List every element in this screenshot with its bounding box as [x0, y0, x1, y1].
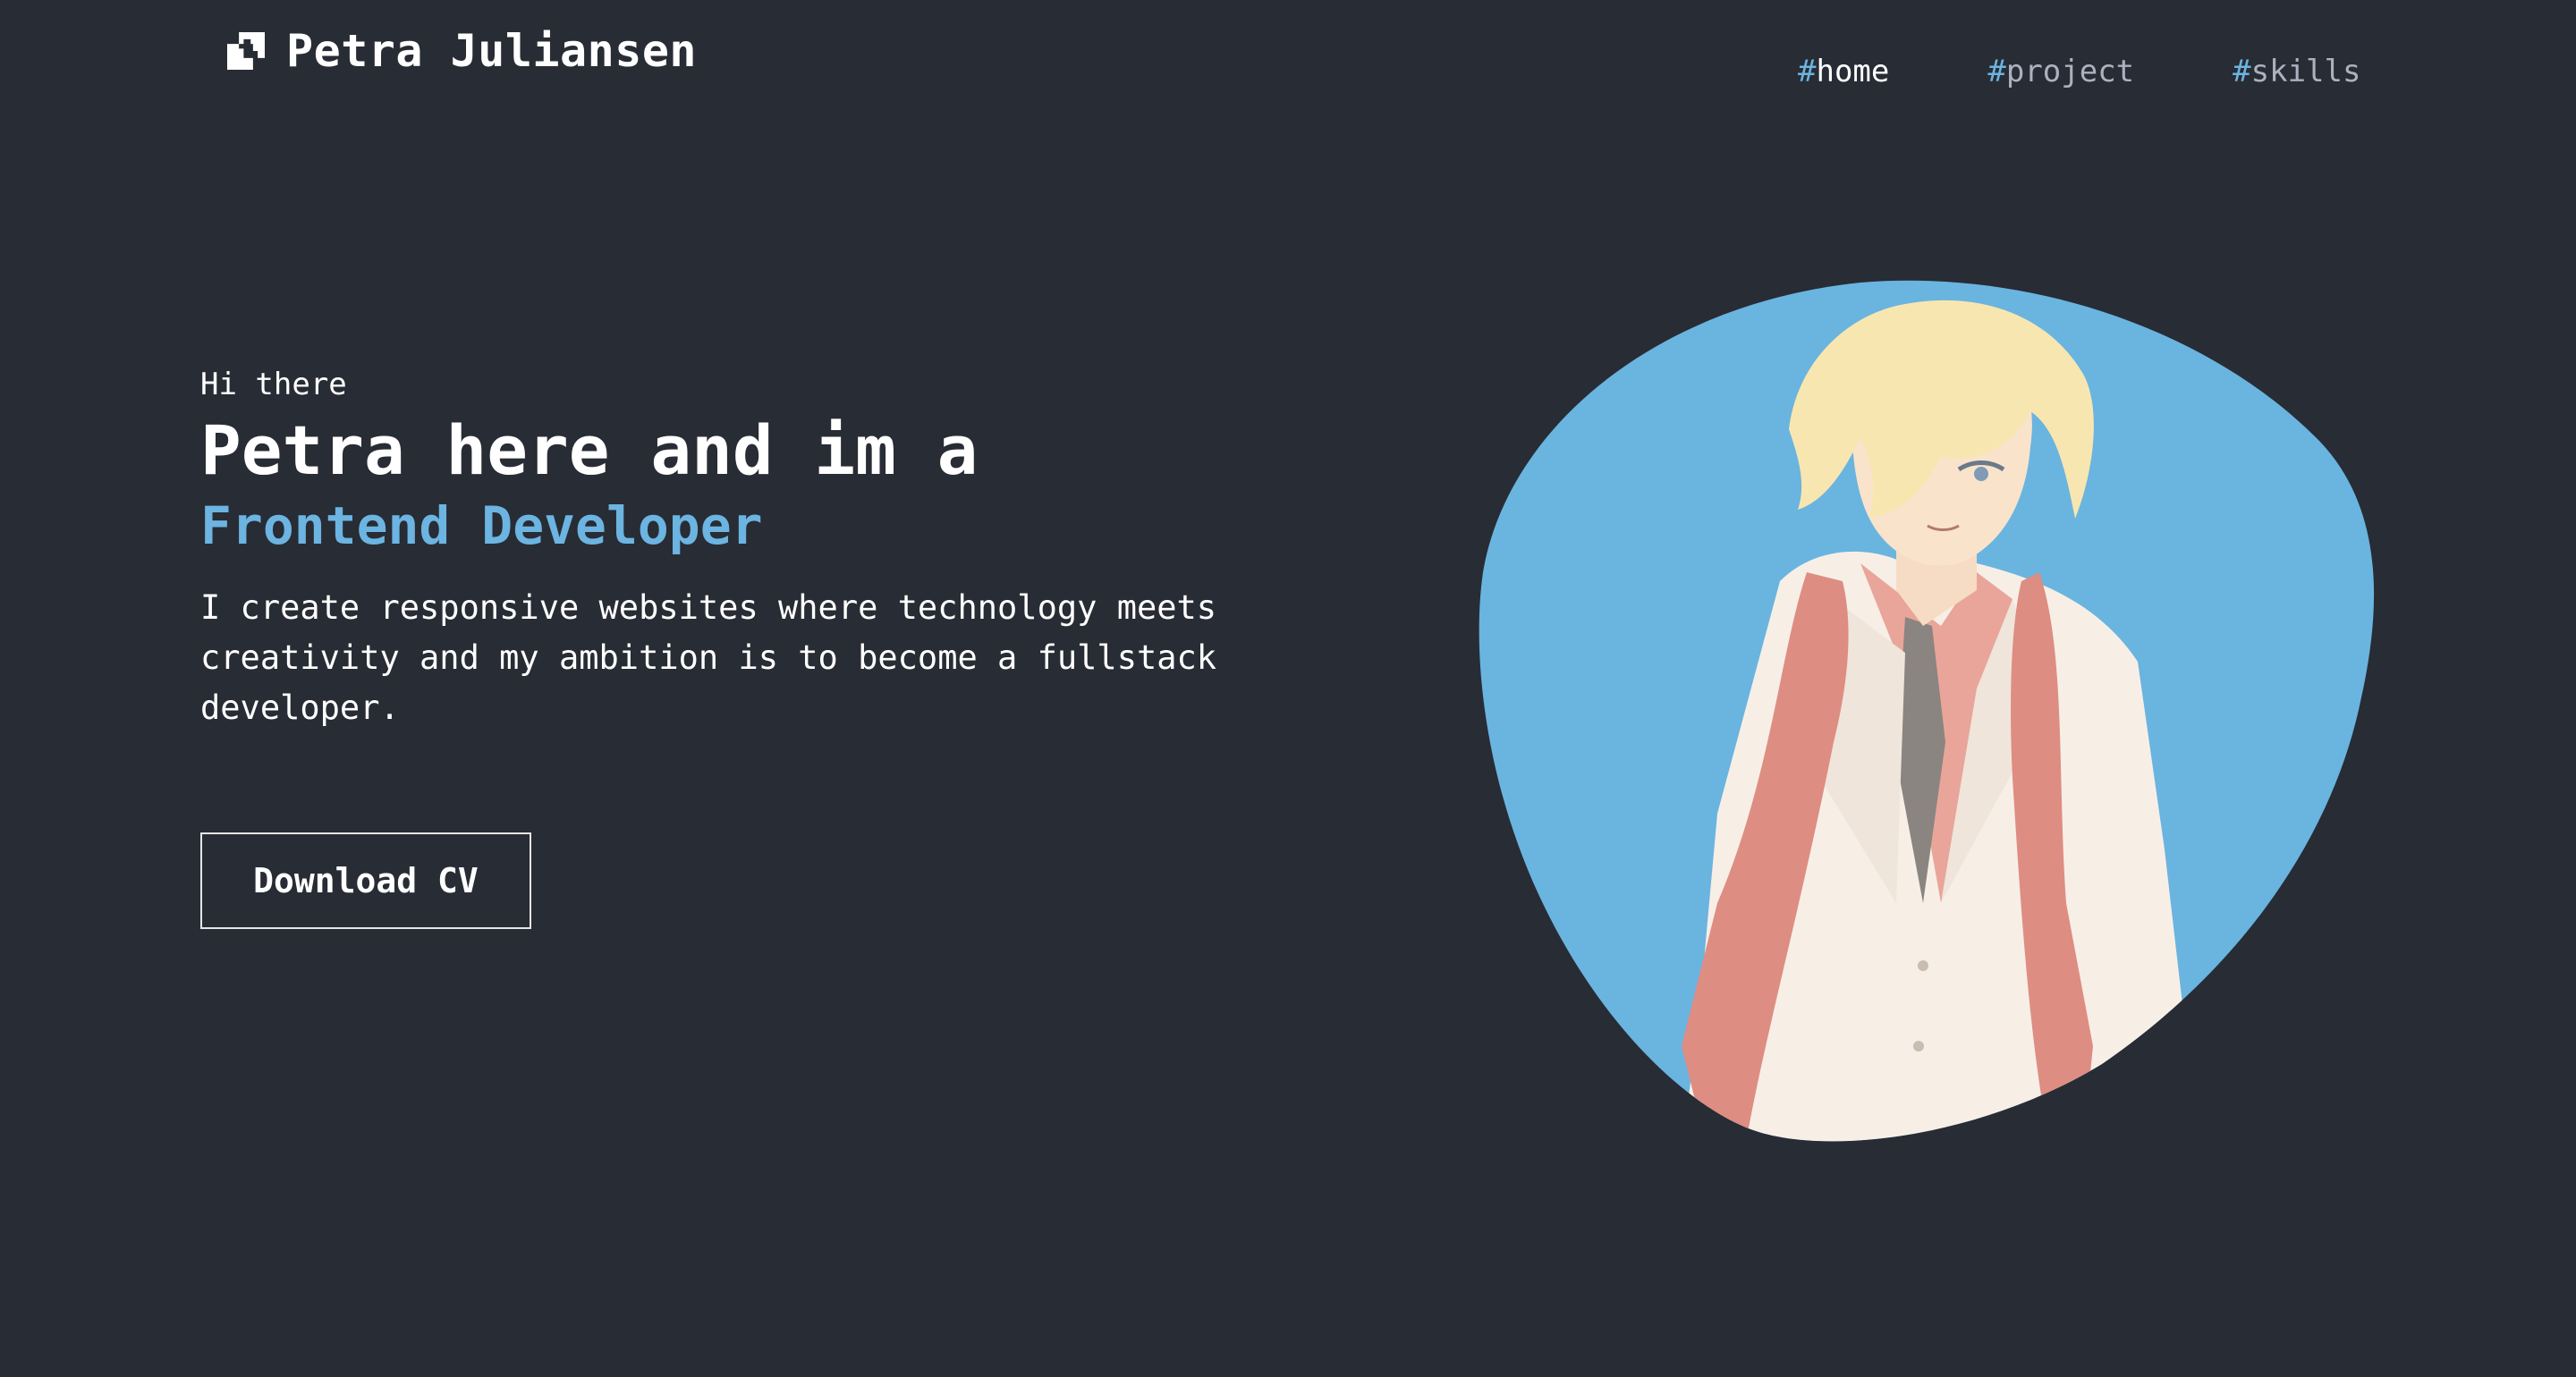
nav-link-home[interactable]: #home [1798, 54, 1889, 89]
hero-role: Frontend Developer [200, 494, 763, 556]
download-cv-button[interactable]: Download CV [200, 832, 531, 929]
nav-label-home: home [1816, 54, 1890, 89]
hero-headline: Petra here and im a [200, 410, 979, 490]
nav-link-skills[interactable]: #skills [2233, 54, 2360, 89]
site-header: Petra Juliansen #home #project #skills [0, 0, 2576, 116]
nav-hash: # [1987, 54, 2006, 89]
pixel-logo-icon [227, 32, 265, 70]
hero-section: Hi there Petra here and im a Frontend De… [200, 367, 1274, 733]
nav-label-project: project [2005, 54, 2135, 89]
hero-portrait [1479, 280, 2375, 1142]
hero-bio: I create responsive websites where techn… [200, 587, 1217, 727]
brand-link[interactable]: Petra Juliansen [227, 25, 697, 77]
nav-hash: # [2233, 54, 2251, 89]
portrait-blob [1479, 280, 2375, 1142]
brand-name: Petra Juliansen [286, 25, 698, 77]
nav-label-skills: skills [2250, 54, 2361, 89]
nav-link-project[interactable]: #project [1987, 54, 2134, 89]
main-nav: #home #project #skills [1798, 54, 2360, 89]
nav-hash: # [1798, 54, 1817, 89]
hero-greeting: Hi there [200, 367, 347, 402]
